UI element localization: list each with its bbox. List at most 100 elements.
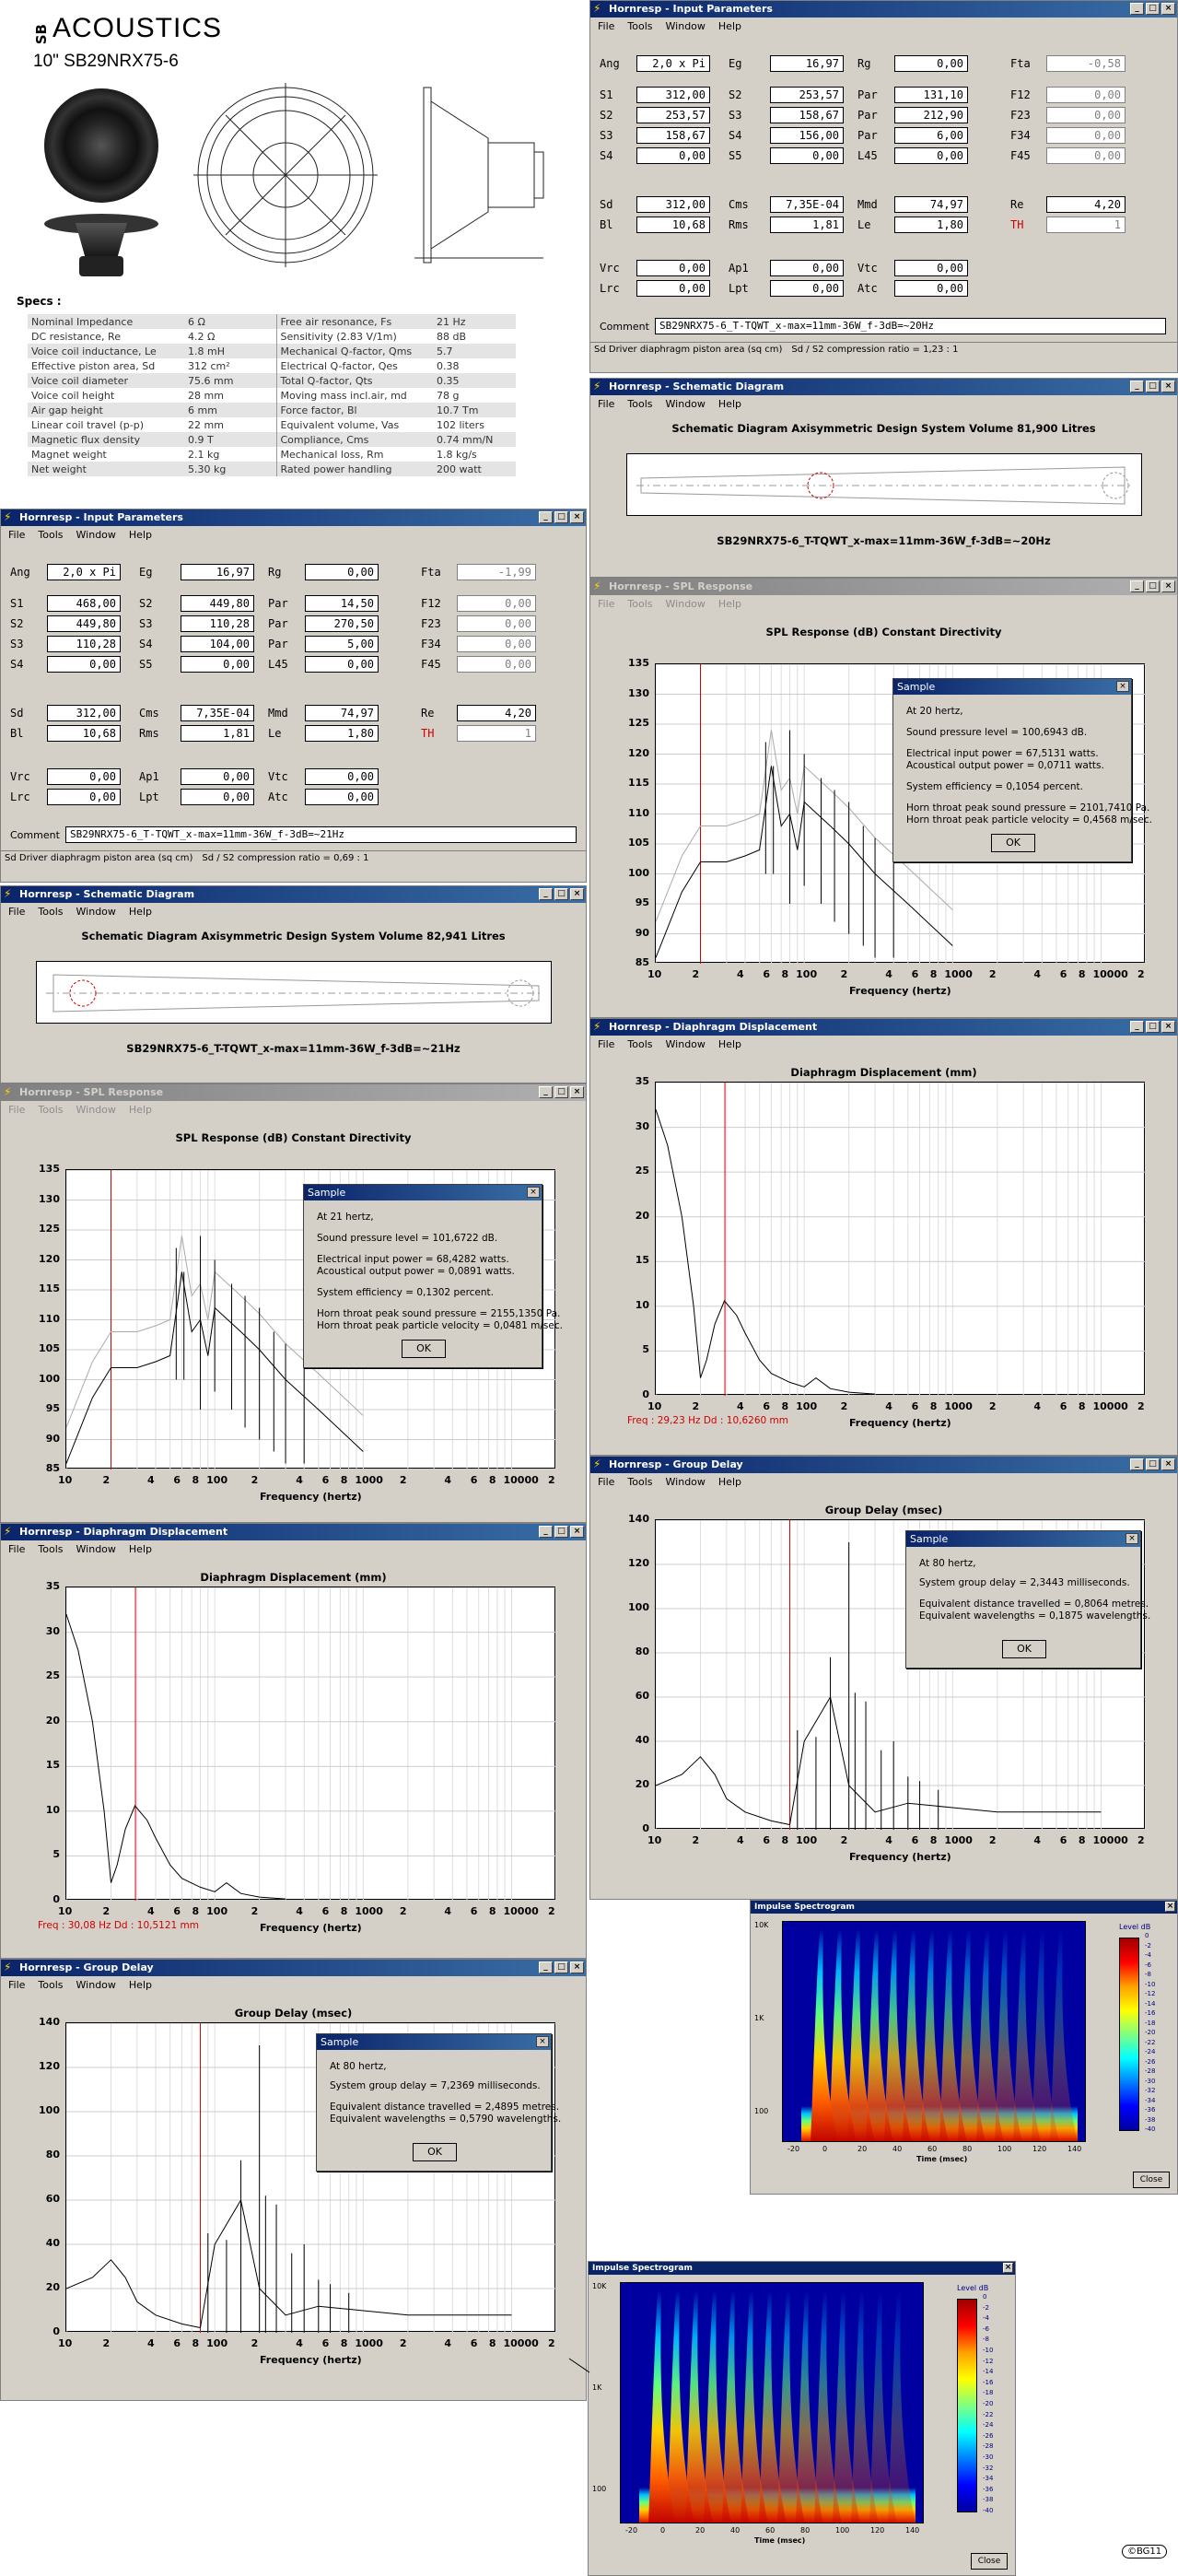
menu-item-help[interactable]: Help <box>718 18 741 35</box>
plot-area[interactable] <box>655 1082 1147 1397</box>
menu-item-file[interactable]: File <box>598 1473 614 1491</box>
dialog-close-button[interactable]: × <box>1116 681 1129 692</box>
field-s5[interactable]: 0,00 <box>770 147 844 164</box>
field-eg[interactable]: 16,97 <box>181 564 254 580</box>
menu-item-help[interactable]: Help <box>718 1036 741 1053</box>
field-re[interactable]: 4,20 <box>1046 196 1126 213</box>
minimize-button[interactable]: _ <box>539 1526 553 1538</box>
title-bar[interactable]: ⚡ Hornresp - Diaphragm Displacement _ □ × <box>1 1524 586 1540</box>
maximize-button[interactable]: □ <box>1146 1021 1160 1033</box>
field-l45[interactable]: 0,00 <box>305 656 379 673</box>
dialog-close-button[interactable]: × <box>536 2036 549 2047</box>
maximize-button[interactable]: □ <box>1146 1458 1160 1470</box>
menu-item-tools[interactable]: Tools <box>38 1101 63 1118</box>
menu-item-file[interactable]: File <box>8 526 25 544</box>
field-par34[interactable]: 6,00 <box>894 127 968 144</box>
menu-item-file[interactable]: File <box>8 903 25 920</box>
close-button[interactable]: × <box>570 511 584 523</box>
field-lpt[interactable]: 0,00 <box>181 789 254 805</box>
field-lrc[interactable]: 0,00 <box>47 789 121 805</box>
menu-item-help[interactable]: Help <box>718 1473 741 1491</box>
menu-item-help[interactable]: Help <box>129 1540 152 1558</box>
menu-item-window[interactable]: Window <box>76 1540 116 1558</box>
menu-item-window[interactable]: Window <box>76 526 116 544</box>
comment-field[interactable]: SB29NRX75-6_T-TQWT_x-max=11mm-36W_f-3dB=… <box>655 318 1166 334</box>
close-dialog-button[interactable]: Close <box>971 2553 1008 2570</box>
menu-item-help[interactable]: Help <box>129 1101 152 1118</box>
title-bar[interactable]: ⚡ Hornresp - Diaphragm Displacement _ □ × <box>590 1019 1177 1036</box>
menu-item-file[interactable]: File <box>598 1036 614 1053</box>
dialog-title-bar[interactable]: Sample × <box>906 1531 1140 1547</box>
field-lpt[interactable]: 0,00 <box>770 280 844 297</box>
menu-item-tools[interactable]: Tools <box>627 18 652 35</box>
title-bar[interactable]: ⚡ Hornresp - Group Delay _ □ × <box>1 1960 586 1976</box>
field-eg[interactable]: 16,97 <box>770 55 844 72</box>
field-l34[interactable]: 156,00 <box>770 127 844 144</box>
field-s1[interactable]: 312,00 <box>636 87 710 103</box>
title-bar[interactable]: ⚡ Hornresp - Input Parameters _ □ × <box>590 1 1177 18</box>
field-rms[interactable]: 1,81 <box>770 217 844 233</box>
field-le[interactable]: 1,80 <box>894 217 968 233</box>
ok-button[interactable]: OK <box>402 1340 446 1358</box>
title-bar[interactable]: ⚡ Hornresp - SPL Response _ □ × <box>1 1084 586 1101</box>
title-bar[interactable]: ⚡ Hornresp - Input Parameters _ □ × <box>1 509 586 526</box>
field-ang[interactable]: 2,0 x Pi <box>47 564 121 580</box>
dialog-title-bar[interactable]: Sample × <box>893 679 1131 695</box>
field-fta[interactable]: -1,99 <box>457 564 536 580</box>
field-s2[interactable]: 253,57 <box>636 107 710 123</box>
menu-item-window[interactable]: Window <box>666 1036 706 1053</box>
field-l23[interactable]: 158,67 <box>770 107 844 123</box>
menu-item-file[interactable]: File <box>598 395 614 413</box>
field-f12[interactable]: 0,00 <box>1046 87 1126 103</box>
title-bar[interactable]: ⚡ Hornresp - SPL Response _ □ × <box>590 579 1177 595</box>
maximize-button[interactable]: □ <box>1146 3 1160 15</box>
field-l45[interactable]: 0,00 <box>894 147 968 164</box>
title-bar[interactable]: ⚡ Hornresp - Schematic Diagram _ □ × <box>590 379 1177 395</box>
close-button[interactable]: × <box>570 888 584 900</box>
field-vtc[interactable]: 0,00 <box>894 260 968 276</box>
field-l34[interactable]: 104,00 <box>181 636 254 652</box>
field-ang[interactable]: 2,0 x Pi <box>636 55 710 72</box>
minimize-button[interactable]: _ <box>1130 3 1144 15</box>
field-l12[interactable]: 449,80 <box>181 595 254 612</box>
close-button[interactable]: × <box>1161 381 1175 392</box>
field-atc[interactable]: 0,00 <box>305 789 379 805</box>
maximize-button[interactable]: □ <box>1146 580 1160 592</box>
field-ap1[interactable]: 0,00 <box>181 768 254 785</box>
spectrogram-plot[interactable] <box>782 1921 1086 2142</box>
minimize-button[interactable]: _ <box>539 1961 553 1973</box>
title-bar[interactable]: Impulse Spectrogram × <box>751 1901 1177 1914</box>
menu-item-window[interactable]: Window <box>666 595 706 613</box>
menu-item-help[interactable]: Help <box>129 903 152 920</box>
title-bar[interactable]: ⚡ Hornresp - Group Delay _ □ × <box>590 1457 1177 1473</box>
minimize-button[interactable]: _ <box>1130 580 1144 592</box>
field-mmd[interactable]: 74,97 <box>894 196 968 213</box>
field-atc[interactable]: 0,00 <box>894 280 968 297</box>
plot-area[interactable] <box>65 1587 557 1902</box>
menu-item-window[interactable]: Window <box>76 1976 116 1994</box>
minimize-button[interactable]: _ <box>539 888 553 900</box>
menu-item-file[interactable]: File <box>8 1540 25 1558</box>
field-cms[interactable]: 7,35E-04 <box>770 196 844 213</box>
ok-button[interactable]: OK <box>991 834 1035 852</box>
menu-item-tools[interactable]: Tools <box>627 1473 652 1491</box>
field-f23[interactable]: 0,00 <box>1046 107 1126 123</box>
field-l23[interactable]: 110,28 <box>181 615 254 632</box>
title-bar[interactable]: ⚡ Hornresp - Schematic Diagram _ □ × <box>1 886 586 903</box>
menu-item-tools[interactable]: Tools <box>38 903 63 920</box>
field-vrc[interactable]: 0,00 <box>47 768 121 785</box>
field-fta[interactable]: -0,58 <box>1046 55 1126 72</box>
field-cms[interactable]: 7,35E-04 <box>181 705 254 721</box>
field-f45[interactable]: 0,00 <box>1046 147 1126 164</box>
minimize-button[interactable]: _ <box>1130 1021 1144 1033</box>
close-button[interactable]: × <box>1161 3 1175 15</box>
field-f12[interactable]: 0,00 <box>457 595 536 612</box>
field-re[interactable]: 4,20 <box>457 705 536 721</box>
menu-item-tools[interactable]: Tools <box>38 1976 63 1994</box>
menu-item-window[interactable]: Window <box>76 903 116 920</box>
minimize-button[interactable]: _ <box>539 511 553 523</box>
menu-item-window[interactable]: Window <box>666 1473 706 1491</box>
maximize-button[interactable]: □ <box>1146 381 1160 392</box>
dialog-close-button[interactable]: × <box>527 1187 540 1198</box>
maximize-button[interactable]: □ <box>554 511 568 523</box>
